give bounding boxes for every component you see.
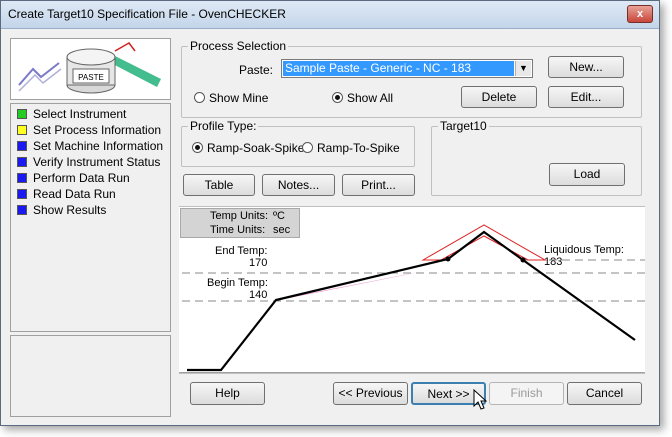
paste-label: Paste: — [239, 63, 274, 77]
previous-button[interactable]: << Previous — [333, 382, 408, 405]
show-all-radio[interactable] — [332, 92, 343, 103]
paste-logo: PASTE — [18, 42, 161, 94]
step-status-icon — [17, 173, 27, 183]
cursor-icon — [473, 389, 487, 410]
info-panel — [10, 335, 171, 417]
logo-label: PASTE — [78, 73, 104, 82]
new-button[interactable]: New... — [548, 56, 624, 78]
spike-window — [421, 224, 547, 261]
load-button[interactable]: Load — [549, 163, 625, 186]
profile-chart: Temp Units: ºC Time Units: sec End Temp:… — [179, 206, 645, 374]
logo-panel: PASTE — [10, 38, 171, 100]
ramp-to-spike-radio[interactable] — [302, 142, 313, 153]
step-status-icon — [17, 125, 27, 135]
step-status-icon — [17, 141, 27, 151]
peak-start-point — [445, 256, 451, 262]
title-bar[interactable]: Create Target10 Specification File - Ove… — [1, 1, 659, 29]
profile-curve — [182, 224, 645, 372]
ramp-to-spike-label[interactable]: Ramp-To-Spike — [317, 141, 400, 155]
delete-button[interactable]: Delete — [461, 86, 537, 108]
window: Create Target10 Specification File - Ove… — [0, 0, 660, 426]
finish-button[interactable]: Finish — [489, 382, 564, 405]
steps-panel: Select Instrument Set Process Informatio… — [10, 103, 171, 332]
print-button[interactable]: Print... — [342, 174, 415, 196]
paste-select-value: Sample Paste - Generic - NC - 183 — [283, 61, 514, 76]
step-status-icon — [17, 157, 27, 167]
show-mine-label[interactable]: Show Mine — [209, 91, 268, 105]
ramp-soak-spike-radio[interactable] — [192, 142, 203, 153]
window-title: Create Target10 Specification File - Ove… — [8, 7, 286, 21]
step-status-icon — [17, 189, 27, 199]
chevron-down-icon[interactable]: ▼ — [515, 61, 531, 76]
edit-button[interactable]: Edit... — [548, 86, 624, 108]
footer-separator — [179, 372, 645, 373]
step-status-icon — [17, 109, 27, 119]
table-button[interactable]: Table — [183, 174, 255, 196]
step-status-icon — [17, 205, 27, 215]
ramp-soak-spike-label[interactable]: Ramp-Soak-Spike — [207, 141, 304, 155]
notes-button[interactable]: Notes... — [262, 174, 335, 196]
group-title: Process Selection — [188, 39, 289, 53]
show-all-label[interactable]: Show All — [347, 91, 393, 105]
help-button[interactable]: Help — [190, 382, 265, 405]
close-icon: x — [636, 8, 644, 20]
paste-select[interactable]: Sample Paste - Generic - NC - 183 ▼ — [281, 59, 533, 78]
group-title: Target10 — [438, 119, 489, 133]
group-title: Profile Type: — [188, 119, 259, 133]
close-button[interactable]: x — [627, 5, 653, 23]
cancel-button[interactable]: Cancel — [567, 382, 642, 405]
show-mine-radio[interactable] — [194, 92, 205, 103]
peak-end-point — [520, 257, 526, 263]
